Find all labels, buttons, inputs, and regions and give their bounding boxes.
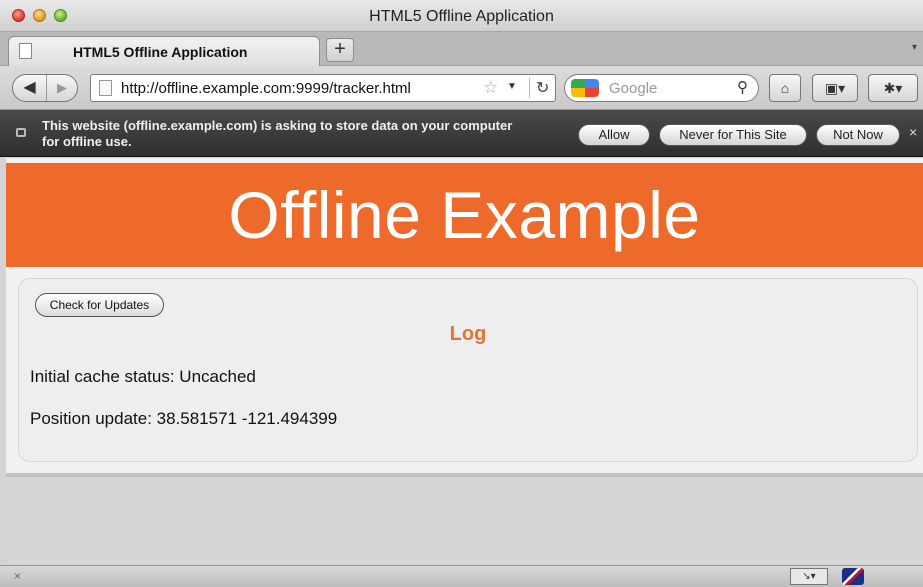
check-for-updates-button[interactable]: Check for Updates (35, 293, 164, 317)
tab-label: HTML5 Offline Application (73, 44, 248, 60)
log-entry: Initial cache status: Uncached (30, 367, 256, 386)
close-icon[interactable]: × (14, 569, 21, 583)
log-panel: Check for Updates Log Initial cache stat… (18, 278, 918, 462)
page-icon (19, 43, 32, 59)
log-heading: Log (449, 323, 487, 345)
url-bar[interactable]: http://offline.example.com:9999/tracker.… (90, 74, 556, 102)
bookmarks-icon: ▣▾ (824, 80, 846, 96)
new-tab-button[interactable]: + (326, 38, 354, 62)
tab-html5-offline[interactable]: HTML5 Offline Application (8, 36, 320, 66)
search-input[interactable]: Google (609, 80, 657, 97)
forward-button[interactable]: ▶ (48, 75, 76, 101)
url-history-dropdown-icon[interactable]: ▼ (507, 81, 517, 92)
search-bar[interactable]: Google ⚲ (564, 74, 759, 102)
window-title: HTML5 Offline Application (369, 8, 554, 25)
page-content: Offline Example Check for Updates Log In… (6, 158, 923, 473)
reload-icon[interactable]: ↻ (529, 78, 549, 98)
status-bar: × ↘▾ (0, 565, 923, 587)
page-title: Offline Example (228, 178, 701, 252)
addon-icon: ✱▾ (883, 80, 903, 96)
language-flag-icon[interactable] (842, 568, 864, 585)
forward-arrow-icon: ▶ (57, 80, 67, 95)
notification-message: This website (offline.example.com) is as… (42, 118, 513, 149)
tab-list-icon[interactable]: ▾ (912, 42, 917, 53)
back-forward-group: ◀ ▶ (12, 74, 78, 102)
not-now-button[interactable]: Not Now (816, 124, 900, 146)
bookmarks-button[interactable]: ▣▾ (812, 74, 858, 102)
url-text[interactable]: http://offline.example.com:9999/tracker.… (121, 80, 411, 97)
log-entry: Position update: 38.581571 -121.494399 (30, 409, 338, 428)
close-icon[interactable]: × (909, 124, 917, 140)
home-icon: ⌂ (780, 80, 790, 96)
home-button[interactable]: ⌂ (769, 74, 801, 102)
tool-icon[interactable]: ↘▾ (790, 568, 828, 585)
bookmark-star-icon[interactable]: ☆ (483, 78, 498, 98)
tab-bar: HTML5 Offline Application + ▾ (0, 32, 923, 66)
title-bar: HTML5 Offline Application (0, 0, 923, 32)
back-arrow-icon: ◀ (23, 79, 36, 96)
back-button[interactable]: ◀ (13, 75, 47, 101)
never-for-this-site-button[interactable]: Never for This Site (659, 124, 807, 146)
google-search-engine-icon[interactable] (571, 79, 599, 97)
page-icon (99, 80, 112, 96)
addon-button[interactable]: ✱▾ (868, 74, 918, 102)
navigation-toolbar: ◀ ▶ http://offline.example.com:9999/trac… (0, 66, 923, 110)
page-empty-area (6, 473, 923, 565)
offline-storage-notification-bar: This website (offline.example.com) is as… (0, 110, 923, 157)
search-icon[interactable]: ⚲ (737, 78, 748, 96)
page-banner: Offline Example (6, 163, 923, 267)
allow-button[interactable]: Allow (578, 124, 650, 146)
storage-icon (16, 128, 26, 137)
